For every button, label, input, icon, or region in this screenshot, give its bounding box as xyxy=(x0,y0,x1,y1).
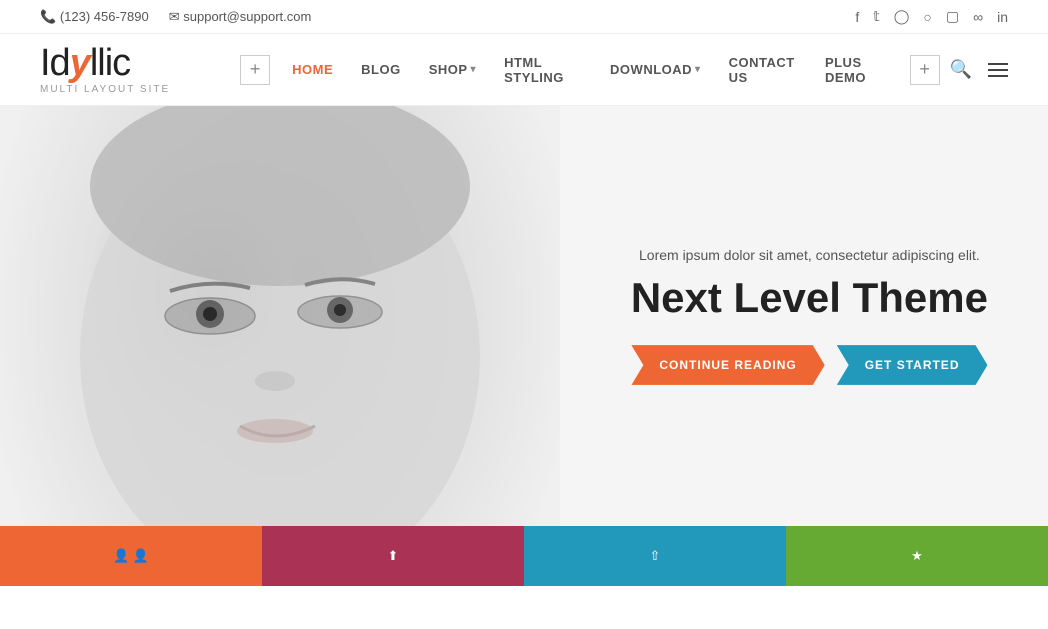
logo-y: y xyxy=(70,42,90,84)
get-started-button[interactable]: GET STARTED xyxy=(837,345,988,385)
phone-info: 📞 (123) 456-7890 xyxy=(40,9,149,25)
flickr-icon[interactable]: ∞ xyxy=(973,9,983,25)
logo-id: Id xyxy=(40,42,70,84)
logo-subtitle: Multi Layout Site xyxy=(40,84,170,95)
header: Idyllic Multi Layout Site + HOME BLOG SH… xyxy=(0,34,1048,106)
hero-face-svg xyxy=(0,106,560,526)
hamburger-menu-icon[interactable] xyxy=(988,63,1008,77)
nav-shop[interactable]: SHOP ▾ xyxy=(417,54,488,85)
main-nav: HOME BLOG SHOP ▾ HTML STYLING DOWNLOAD ▾… xyxy=(280,47,899,93)
block-purple[interactable]: ⬆ xyxy=(262,526,524,586)
block-red[interactable]: 👤 👤 xyxy=(0,526,262,586)
instagram-icon[interactable]: ▢ xyxy=(946,8,959,25)
menu-line-1 xyxy=(988,63,1008,65)
nav-contact[interactable]: CONTACT US xyxy=(717,47,809,93)
twitter-icon[interactable]: 𝕥 xyxy=(873,8,880,25)
nav-blog[interactable]: BLOG xyxy=(349,54,413,85)
menu-line-2 xyxy=(988,69,1008,71)
add-widget-btn-1[interactable]: + xyxy=(240,55,270,85)
email-address: support@support.com xyxy=(183,9,311,24)
add-widget-btn-2[interactable]: + xyxy=(910,55,940,85)
pinterest-icon[interactable]: ◯ xyxy=(894,8,910,25)
nav-download[interactable]: DOWNLOAD ▾ xyxy=(598,54,713,85)
hero-section: Lorem ipsum dolor sit amet, consectetur … xyxy=(0,106,1048,526)
logo[interactable]: Idyllic Multi Layout Site xyxy=(40,44,170,95)
hero-buttons: CONTINUE READING GET STARTED xyxy=(631,345,988,385)
bottom-blocks: 👤 👤 ⬆ ⇧ ★ xyxy=(0,526,1048,586)
hero-content: Lorem ipsum dolor sit amet, consectetur … xyxy=(631,247,988,385)
nav-html-styling[interactable]: HTML STYLING xyxy=(492,47,594,93)
email-info: ✉ support@support.com xyxy=(169,9,312,25)
download-chevron: ▾ xyxy=(695,64,701,75)
facebook-icon[interactable]: f xyxy=(855,9,859,25)
shop-chevron: ▾ xyxy=(471,64,477,75)
behance-icon[interactable]: ○ xyxy=(923,9,931,25)
phone-icon: 📞 xyxy=(40,9,56,24)
topbar: 📞 (123) 456-7890 ✉ support@support.com f… xyxy=(0,0,1048,34)
nav-home[interactable]: HOME xyxy=(280,54,345,85)
hero-subtitle: Lorem ipsum dolor sit amet, consectetur … xyxy=(631,247,988,263)
hero-title: Next Level Theme xyxy=(631,275,988,321)
search-icon[interactable]: 🔍 xyxy=(950,59,972,80)
phone-number: (123) 456-7890 xyxy=(60,9,149,24)
topbar-contact: 📞 (123) 456-7890 ✉ support@support.com xyxy=(40,9,311,25)
block-purple-icon: ⬆ xyxy=(388,548,399,564)
block-red-icon: 👤 👤 xyxy=(113,548,149,564)
continue-reading-button[interactable]: CONTINUE READING xyxy=(631,345,824,385)
email-icon: ✉ xyxy=(169,9,180,24)
linkedin-icon[interactable]: in xyxy=(997,9,1008,25)
header-actions: 🔍 xyxy=(950,59,1008,80)
menu-line-3 xyxy=(988,75,1008,77)
social-links: f 𝕥 ◯ ○ ▢ ∞ in xyxy=(855,8,1008,25)
block-green[interactable]: ★ xyxy=(786,526,1048,586)
block-teal[interactable]: ⇧ xyxy=(524,526,786,586)
logo-llic: llic xyxy=(90,42,130,84)
block-teal-icon: ⇧ xyxy=(650,548,661,564)
hero-image xyxy=(0,106,560,526)
nav-plus-demo[interactable]: PLUS DEMO xyxy=(813,47,900,93)
block-green-icon: ★ xyxy=(911,548,923,564)
